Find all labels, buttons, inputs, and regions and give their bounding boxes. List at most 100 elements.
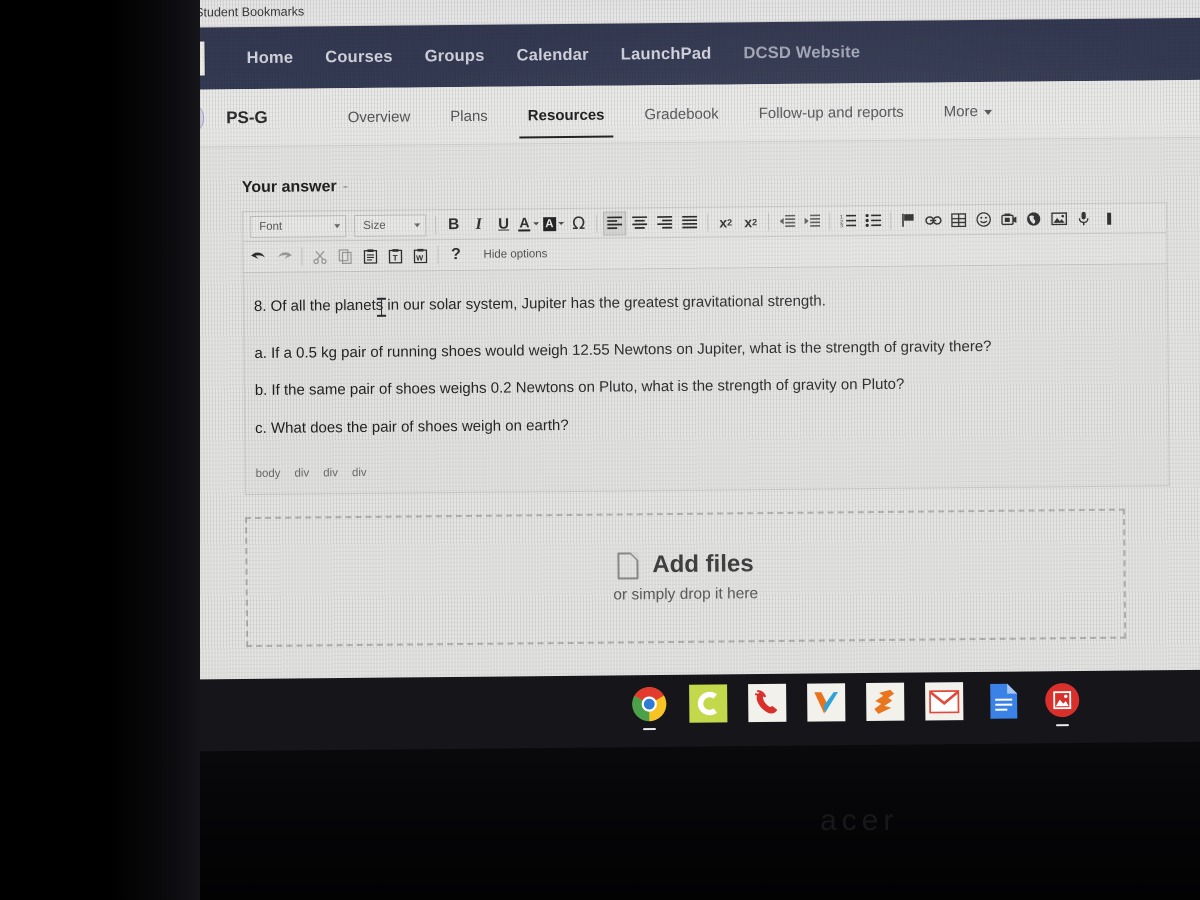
shelf-app-photos[interactable]	[1043, 681, 1081, 727]
font-size-select[interactable]: Size	[354, 213, 427, 237]
special-character-button[interactable]: Ω	[567, 211, 590, 235]
shelf-app-phone[interactable]	[748, 683, 787, 730]
bold-button[interactable]: B	[442, 212, 465, 236]
italic-button[interactable]: I	[467, 212, 490, 236]
toolbar-divider	[435, 215, 437, 234]
course-tab-overview[interactable]: Overview	[327, 90, 430, 142]
launcher-circle-icon[interactable]	[154, 697, 174, 717]
text-cursor-ibeam	[377, 298, 386, 317]
element-path-item[interactable]: div	[294, 467, 309, 479]
course-tab-resources[interactable]: Resources	[508, 88, 625, 140]
chevron-down-icon	[334, 223, 341, 228]
shelf-app-vivi[interactable]	[807, 683, 846, 729]
help-button[interactable]: ?	[444, 243, 467, 267]
superscript-button[interactable]: x2	[739, 210, 762, 234]
folder-icon	[172, 6, 187, 18]
element-path-item[interactable]: body	[256, 468, 281, 480]
google-docs-icon	[984, 682, 1022, 720]
nav-item-home[interactable]: Home	[230, 48, 309, 68]
image-button[interactable]	[1047, 207, 1070, 231]
highlight-color-button[interactable]: A	[542, 212, 565, 236]
toolbar-divider	[768, 212, 770, 231]
course-navigation: PS-G Overview Plans Resources Gradebook …	[148, 79, 1200, 148]
paste-as-text-icon: T	[388, 248, 402, 264]
flag-button[interactable]	[897, 208, 920, 232]
align-justify-button[interactable]	[678, 210, 701, 234]
running-indicator	[1055, 723, 1069, 727]
shelf-app-kangaroo[interactable]	[866, 682, 905, 729]
course-tab-plans[interactable]: Plans	[430, 90, 508, 142]
question-part-c: c. What does the pair of shoes weigh on …	[255, 417, 569, 438]
add-files-row[interactable]: Add files	[617, 550, 754, 580]
clever-icon	[689, 684, 728, 723]
outdent-button[interactable]	[775, 209, 798, 233]
indent-icon	[804, 214, 820, 227]
shelf-app-gmail[interactable]	[925, 682, 964, 728]
flag-icon	[902, 213, 914, 227]
main-content: Your answer - Font Size B I U A A Ω x 2 …	[149, 137, 1200, 688]
paste-as-text-button[interactable]: T	[383, 244, 406, 268]
smiley-icon	[976, 212, 991, 227]
link-button[interactable]	[922, 208, 945, 232]
copy-button[interactable]	[333, 244, 356, 268]
course-tab-follow-up-and-reports[interactable]: Follow-up and reports	[738, 86, 924, 139]
nav-item-launchpad[interactable]: LaunchPad	[605, 44, 728, 64]
bulleted-list-button[interactable]	[861, 208, 884, 232]
paste-button[interactable]	[358, 244, 381, 268]
chrome-icon-svg	[632, 687, 667, 722]
outdent-icon	[779, 214, 795, 227]
element-path-item[interactable]: div	[352, 467, 367, 479]
toolbar-overflow-button[interactable]	[1097, 206, 1120, 230]
question-text: 8. Of all the planets in our solar syste…	[253, 292, 826, 315]
paste-from-word-icon: W	[413, 248, 427, 263]
shelf-app-clever[interactable]	[689, 684, 728, 730]
cut-button[interactable]	[308, 244, 331, 268]
indent-button[interactable]	[800, 209, 823, 233]
toolbar-divider	[707, 213, 709, 232]
editor-content-area[interactable]: 8. Of all the planets in our solar syste…	[242, 264, 1170, 495]
underline-button[interactable]: U	[492, 212, 515, 236]
align-right-button[interactable]	[653, 210, 676, 234]
font-family-select[interactable]: Font	[250, 214, 347, 238]
add-files-label: Add files	[652, 550, 754, 579]
laptop-photo: Student Bookmarks Home Courses Groups Ca…	[0, 0, 1200, 900]
v-checkmark-icon	[807, 683, 846, 722]
rich-text-editor: Font Size B I U A A Ω x 2 x 2 1 2 3 T W …	[242, 202, 1170, 495]
file-dropzone[interactable]: Add files or simply drop it here	[244, 508, 1127, 647]
nav-item-groups[interactable]: Groups	[409, 46, 501, 66]
font-color-button[interactable]: A	[517, 212, 540, 236]
image-icon	[1050, 212, 1067, 226]
kangaroo-icon-svg	[874, 689, 895, 714]
more-options-icon	[1106, 212, 1111, 225]
table-button[interactable]	[947, 208, 970, 232]
paste-from-word-button[interactable]: W	[408, 243, 431, 267]
paste-icon	[363, 248, 377, 264]
emoji-button[interactable]	[972, 207, 995, 231]
align-center-button[interactable]	[628, 211, 651, 235]
clever-icon-svg	[697, 691, 718, 716]
redo-button[interactable]	[272, 245, 295, 269]
numbered-list-button[interactable]: 123	[836, 209, 859, 233]
v-checkmark-logo-svg	[176, 49, 199, 68]
phone-call-icon-svg	[755, 690, 778, 714]
hide-options-button[interactable]: Hide options	[483, 248, 547, 261]
shelf-app-google-docs[interactable]	[984, 682, 1022, 728]
v-checkmark-logo[interactable]	[170, 41, 205, 76]
nav-item-courses[interactable]: Courses	[309, 47, 409, 67]
nav-item-dcsd-website[interactable]: DCSD Website	[727, 43, 876, 63]
globe-button[interactable]	[1022, 207, 1045, 231]
bookmark-student-bookmarks[interactable]: Student Bookmarks	[172, 4, 304, 19]
chevron-down-icon	[983, 109, 992, 115]
video-button[interactable]	[997, 207, 1020, 231]
globe-icon	[1027, 212, 1041, 226]
microphone-button[interactable]	[1072, 206, 1095, 230]
undo-button[interactable]	[247, 245, 270, 269]
nav-item-calendar[interactable]: Calendar	[500, 45, 604, 65]
element-path-item[interactable]: div	[323, 467, 338, 479]
course-tab-more[interactable]: More	[924, 85, 1013, 137]
subscript-button[interactable]: x2	[714, 210, 737, 234]
shelf-app-chrome[interactable]	[630, 685, 668, 731]
copy-icon	[338, 248, 352, 264]
align-left-button[interactable]	[603, 210, 627, 236]
course-tab-gradebook[interactable]: Gradebook	[624, 87, 739, 139]
